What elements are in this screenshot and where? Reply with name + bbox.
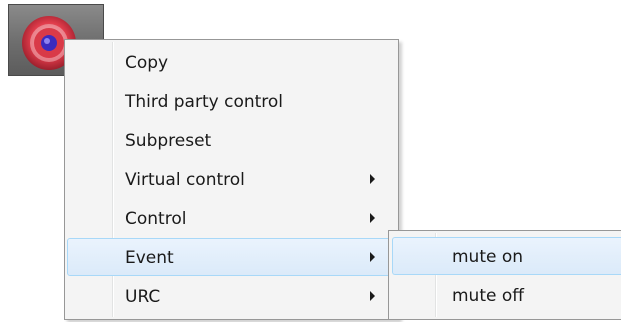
submenu-arrow-icon	[370, 213, 375, 223]
menu-item-label: Copy	[125, 53, 169, 73]
menu-item-label: Virtual control	[125, 170, 245, 190]
context-menu: Copy Third party control Subpreset Virtu…	[64, 39, 399, 320]
menu-item-label: Subpreset	[125, 131, 212, 151]
desktop-area: Copy Third party control Subpreset Virtu…	[0, 0, 621, 322]
submenu-arrow-icon	[370, 174, 375, 184]
menu-item-virtual-control[interactable]: Virtual control	[67, 160, 396, 198]
submenu-item-mute-off[interactable]: mute off	[392, 276, 621, 314]
menu-item-label: Control	[125, 209, 187, 229]
submenu-item-mute-on[interactable]: mute on	[392, 237, 621, 275]
menu-item-label: URC	[125, 287, 161, 307]
menu-item-label: Third party control	[125, 92, 284, 112]
submenu-item-label: mute off	[452, 286, 524, 306]
menu-item-copy[interactable]: Copy	[67, 43, 396, 81]
menu-item-third-party-control[interactable]: Third party control	[67, 82, 396, 120]
menu-item-control[interactable]: Control	[67, 199, 396, 237]
menu-item-event[interactable]: Event	[67, 238, 396, 276]
menu-item-urc[interactable]: URC	[67, 277, 396, 315]
submenu-arrow-icon	[370, 252, 375, 262]
menu-item-subpreset[interactable]: Subpreset	[67, 121, 396, 159]
menu-item-label: Event	[125, 248, 174, 268]
event-submenu: mute on mute off	[388, 230, 621, 320]
submenu-item-label: mute on	[452, 247, 524, 267]
submenu-arrow-icon	[370, 291, 375, 301]
